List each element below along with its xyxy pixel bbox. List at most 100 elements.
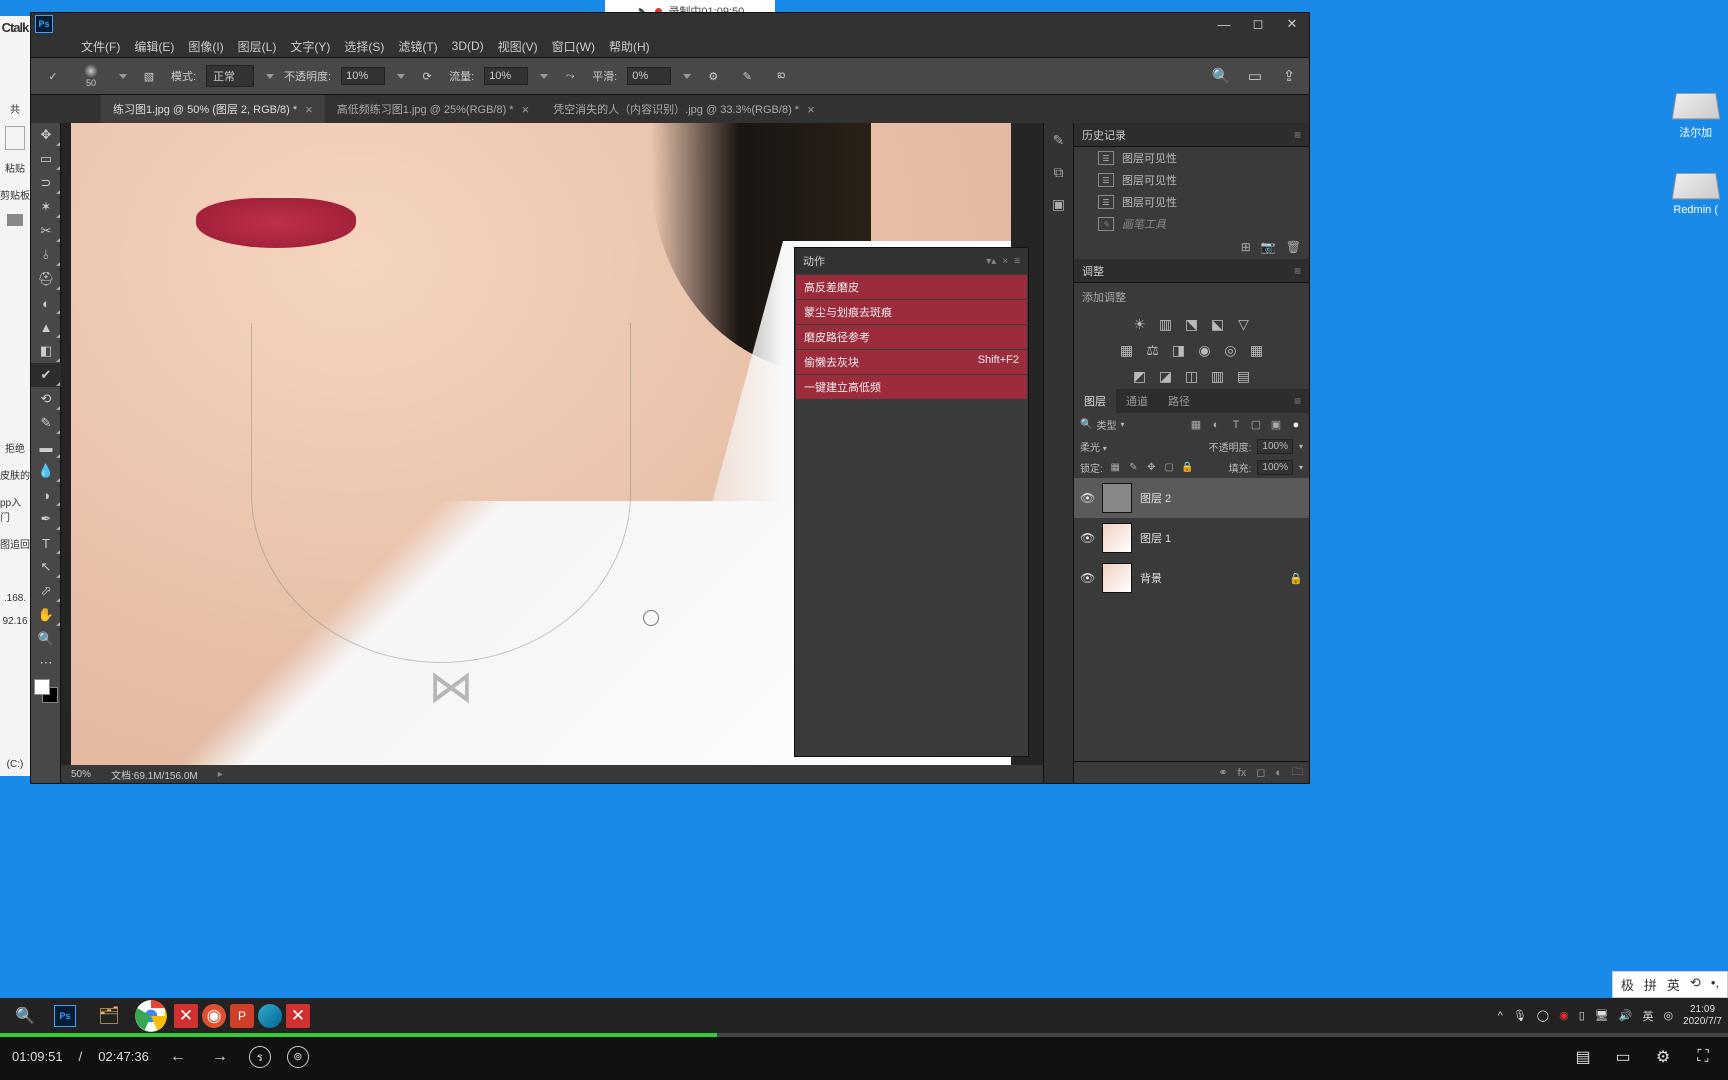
text-tool[interactable]: T <box>31 531 61 555</box>
pressure-opacity-icon[interactable]: ⟳ <box>415 64 439 88</box>
titlebar[interactable]: Ps — ◻ ✕ <box>31 13 1309 35</box>
curves-icon[interactable]: ⬔ <box>1183 315 1201 333</box>
mask-icon[interactable]: ◻ <box>1256 766 1265 779</box>
lock-pixels-icon[interactable]: ✎ <box>1127 461 1140 474</box>
panel-header[interactable]: 历史记录 ≡ <box>1074 123 1309 147</box>
chrome-icon[interactable] <box>132 1000 170 1032</box>
clipboard-icon[interactable] <box>5 126 25 150</box>
invert-icon[interactable]: ◩ <box>1131 367 1149 385</box>
link-icon[interactable]: ⚭ <box>1218 766 1227 779</box>
foreground-color[interactable] <box>34 679 50 695</box>
blend-mode-select[interactable]: 柔光 ▾ <box>1080 439 1203 454</box>
photo-filter-icon[interactable]: ◉ <box>1196 341 1214 359</box>
snap-icon[interactable]: 共 <box>10 101 20 116</box>
document-tab[interactable]: 高低频练习图1.jpg @ 25%(RGB/8) * × <box>325 95 541 123</box>
chevron-down-icon[interactable] <box>266 74 274 79</box>
direct-select-tool[interactable]: ⬀ <box>31 579 61 603</box>
filter-toggle[interactable]: ● <box>1289 418 1303 432</box>
actions-panel[interactable]: 动作 ▾▴×≡ 高反差磨皮 蒙尘与划痕去斑痕 磨皮路径参考 偷懒去灰块Shift… <box>794 247 1029 757</box>
tray-app-icon[interactable]: ◎ <box>1663 1009 1673 1022</box>
ime-button[interactable]: 拼 <box>1644 975 1657 994</box>
taskbar-app[interactable]: ✕ <box>286 1004 310 1028</box>
history-item[interactable]: ✎画笔工具 <box>1074 213 1309 235</box>
chevron-down-icon[interactable] <box>540 74 548 79</box>
smooth-input[interactable]: 0% <box>627 67 671 85</box>
dodge-tool[interactable]: ◑ <box>31 483 61 507</box>
menu-image[interactable]: 图像(I) <box>188 38 223 55</box>
action-item[interactable]: 偷懒去灰块Shift+F2 <box>796 350 1027 374</box>
edge-icon[interactable] <box>258 1004 282 1028</box>
folder-icon[interactable] <box>7 214 23 226</box>
folder-label-1[interactable]: 拒绝 <box>5 440 25 455</box>
layer-item[interactable]: 👁 图层 1 <box>1074 518 1309 558</box>
exposure-icon[interactable]: ⬕ <box>1209 315 1227 333</box>
taskbar-app[interactable]: ◉ <box>202 1004 226 1028</box>
speed-button[interactable]: ร <box>249 1046 271 1068</box>
action-item[interactable]: 蒙尘与划痕去斑痕 <box>796 300 1027 324</box>
ime-toolbar[interactable]: 极 拼 英 ⟲ •, <box>1612 971 1728 998</box>
trash-icon[interactable]: 🗑 <box>1286 240 1301 254</box>
panel-menu-icon[interactable]: ≡ <box>1294 394 1309 408</box>
airbrush-icon[interactable]: ⤳ <box>558 64 582 88</box>
menu-filter[interactable]: 滤镜(T) <box>398 38 437 55</box>
layer-filter-select[interactable]: 类型▾ <box>1096 417 1124 432</box>
new-document-icon[interactable]: ⊞ <box>1241 240 1251 254</box>
selective-color-icon[interactable]: ▤ <box>1235 367 1253 385</box>
visibility-icon[interactable]: 👁 <box>1080 531 1094 545</box>
layer-name[interactable]: 图层 1 <box>1140 530 1171 546</box>
brush-settings-icon[interactable]: ✎ <box>1048 129 1070 151</box>
layer-thumbnail[interactable] <box>1102 483 1132 513</box>
tray-app-icon[interactable]: ◉ <box>1559 1009 1569 1022</box>
lock-all-icon[interactable]: 🔒 <box>1181 461 1194 474</box>
lasso-tool[interactable]: ⊃ <box>31 171 61 195</box>
filter-shape-icon[interactable]: ▢ <box>1249 418 1263 432</box>
path-select-tool[interactable]: ↖ <box>31 555 61 579</box>
blur-tool[interactable]: 💧 <box>31 459 61 483</box>
menu-3d[interactable]: 3D(D) <box>452 39 484 53</box>
ime-button[interactable]: •, <box>1711 975 1719 994</box>
layer-name[interactable]: 背景 <box>1140 570 1162 586</box>
tray-volume-icon[interactable]: 🔊 <box>1619 1009 1633 1022</box>
lock-position-icon[interactable]: ✥ <box>1145 461 1158 474</box>
danmu-icon[interactable]: ▤ <box>1570 1044 1596 1070</box>
action-item[interactable]: 磨皮路径参考 <box>796 325 1027 349</box>
tray-chevron-icon[interactable]: ^ <box>1498 1010 1503 1022</box>
patch-tool[interactable]: ◐ <box>31 291 61 315</box>
layers-tab[interactable]: 图层 <box>1074 388 1116 414</box>
filter-smart-icon[interactable]: ▣ <box>1269 418 1283 432</box>
start-button[interactable]: 🔍 <box>6 1000 44 1032</box>
brush-preset-picker[interactable]: 50 <box>75 64 107 88</box>
visibility-icon[interactable]: 👁 <box>1080 491 1094 505</box>
taskbar-clock[interactable]: 21:09 2020/7/7 <box>1683 1004 1722 1028</box>
symmetry-icon[interactable]: ఐ <box>769 64 793 88</box>
document-tab[interactable]: 凭空消失的人（内容识别）.jpg @ 33.3%(RGB/8) * × <box>541 95 826 123</box>
history-brush-tool[interactable]: ⟲ <box>31 387 61 411</box>
folder-label-4[interactable]: 图追回 <box>0 536 30 551</box>
history-item[interactable]: ☰图层可见性 <box>1074 169 1309 191</box>
brush-tool[interactable]: ✔ <box>31 363 61 387</box>
minimize-button[interactable]: — <box>1207 13 1241 35</box>
actions-panel-header[interactable]: 动作 ▾▴×≡ <box>795 248 1028 274</box>
group-icon[interactable]: 🗀 <box>1292 763 1303 782</box>
lock-artboard-icon[interactable]: ▢ <box>1163 461 1176 474</box>
gradient-map-icon[interactable]: ▥ <box>1209 367 1227 385</box>
settings-icon[interactable]: ⚙ <box>1650 1044 1676 1070</box>
taskbar-app[interactable]: Ps <box>48 1000 86 1032</box>
filter-text-icon[interactable]: T <box>1229 418 1243 432</box>
taskbar-app[interactable]: ✕ <box>174 1004 198 1028</box>
menu-select[interactable]: 选择(S) <box>344 38 384 55</box>
desktop-icon[interactable]: 法尔加 <box>1674 90 1718 140</box>
layer-opacity-input[interactable]: 100% <box>1257 439 1293 454</box>
menu-window[interactable]: 窗口(W) <box>552 38 595 55</box>
drive-label[interactable]: (C:) <box>7 759 24 770</box>
powerpoint-icon[interactable]: P <box>230 1004 254 1028</box>
ime-button[interactable]: 英 <box>1667 975 1680 994</box>
document-tab[interactable]: 练习图1.jpg @ 50% (图层 2, RGB/8) * × <box>101 95 325 123</box>
close-button[interactable]: ✕ <box>1275 13 1309 35</box>
subtitle-icon[interactable]: ▭ <box>1610 1044 1636 1070</box>
tray-network-icon[interactable]: 🖥 <box>1595 1009 1609 1022</box>
menu-help[interactable]: 帮助(H) <box>609 38 650 55</box>
file-explorer-icon[interactable]: 🗂 <box>90 1000 128 1032</box>
panel-header[interactable]: 调整 ≡ <box>1074 259 1309 283</box>
close-icon[interactable]: × <box>807 102 815 117</box>
